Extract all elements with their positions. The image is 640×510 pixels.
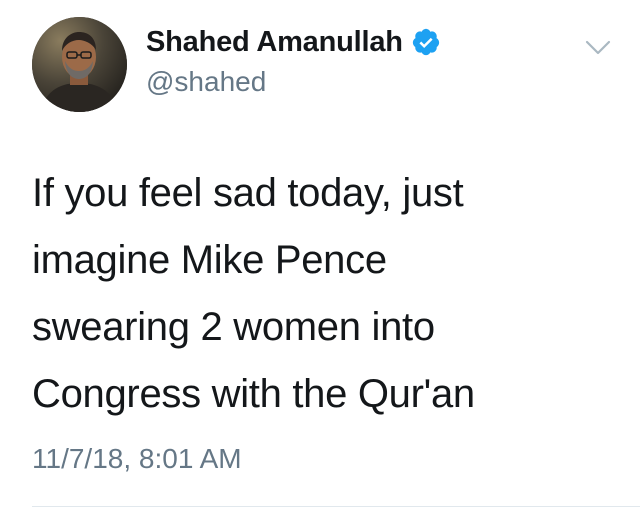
tweet-text-line: swearing 2 women into: [32, 305, 435, 349]
divider: [32, 506, 640, 507]
tweet-text-line: Congress with the Qur'an: [32, 372, 475, 416]
author-handle[interactable]: @shahed: [146, 66, 266, 98]
avatar[interactable]: [32, 17, 127, 112]
tweet-text-line: If you feel sad today, just: [32, 171, 464, 215]
verified-badge-icon: [411, 27, 441, 57]
tweet-text-line: imagine Mike Pence: [32, 238, 387, 282]
author-display-name[interactable]: Shahed Amanullah: [146, 26, 403, 59]
avatar-image: [32, 17, 127, 112]
tweet-timestamp[interactable]: 11/7/18, 8:01 AM: [32, 443, 242, 475]
chevron-down-icon[interactable]: [584, 36, 612, 58]
tweet-card: Shahed Amanullah @shahed If you feel sad…: [0, 0, 640, 510]
author-name-row: Shahed Amanullah: [146, 24, 441, 60]
tweet-text: If you feel sad today, just imagine Mike…: [32, 160, 612, 428]
